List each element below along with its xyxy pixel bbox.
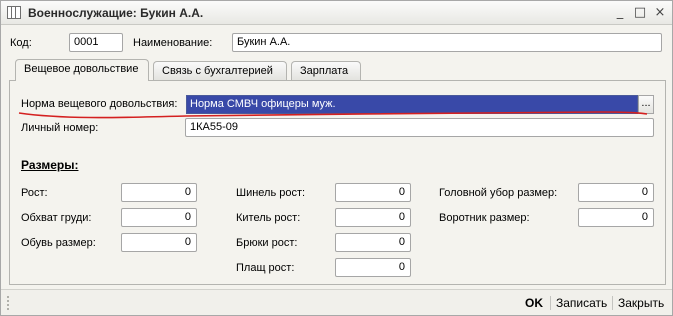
raincoat-field[interactable]: 0	[335, 258, 411, 277]
height-label: Рост:	[21, 187, 48, 199]
ok-button[interactable]: OK	[525, 294, 543, 312]
separator	[612, 296, 613, 310]
window-title: Военнослужащие: Букин А.А.	[28, 6, 204, 20]
sizes-heading: Размеры:	[21, 158, 79, 172]
personal-number-field[interactable]: 1КА55-09	[185, 118, 654, 137]
minimize-button[interactable]: _	[611, 5, 629, 21]
close-button[interactable]: Закрыть	[618, 294, 664, 312]
norm-select-button[interactable]: ...	[638, 95, 654, 114]
norm-field[interactable]: Норма СМВЧ офицеры муж.	[186, 95, 638, 114]
norm-value: Норма СМВЧ офицеры муж.	[190, 98, 336, 110]
save-button[interactable]: Записать	[556, 294, 607, 312]
trousers-field[interactable]: 0	[335, 233, 411, 252]
code-field[interactable]: 0001	[69, 33, 123, 52]
chest-field[interactable]: 0	[121, 208, 197, 227]
shoe-label: Обувь размер:	[21, 237, 96, 249]
greatcoat-label: Шинель рост:	[236, 187, 306, 199]
tab-accounting-link[interactable]: Связь с бухгалтерией	[153, 61, 287, 80]
shoe-field[interactable]: 0	[121, 233, 197, 252]
headwear-field[interactable]: 0	[578, 183, 654, 202]
command-bar: OK Записать Закрыть	[1, 289, 672, 315]
height-field[interactable]: 0	[121, 183, 197, 202]
name-field[interactable]: Букин А.А.	[232, 33, 662, 52]
toolbar-grip-icon[interactable]	[7, 296, 12, 310]
tunic-label: Китель рост:	[236, 212, 301, 224]
title-bar[interactable]: Военнослужащие: Букин А.А. _ □ ×	[1, 1, 672, 25]
norm-label: Норма вещевого довольствия:	[21, 98, 178, 110]
collar-label: Воротник размер:	[439, 212, 530, 224]
close-window-button[interactable]: ×	[651, 5, 669, 21]
chest-label: Обхват груди:	[21, 212, 92, 224]
headwear-label: Головной убор размер:	[439, 187, 558, 199]
collar-field[interactable]: 0	[578, 208, 654, 227]
code-label: Код:	[10, 37, 32, 49]
table-icon	[7, 6, 21, 19]
separator	[550, 296, 551, 310]
greatcoat-field[interactable]: 0	[335, 183, 411, 202]
name-label: Наименование:	[133, 37, 213, 49]
maximize-button[interactable]: □	[631, 5, 649, 21]
tab-clothing-allowance[interactable]: Вещевое довольствие	[15, 59, 149, 81]
personal-number-label: Личный номер:	[21, 122, 99, 134]
document-window: Военнослужащие: Букин А.А. _ □ × Код: 00…	[0, 0, 673, 316]
tab-salary[interactable]: Зарплата	[291, 61, 361, 80]
raincoat-label: Плащ рост:	[236, 262, 295, 274]
tunic-field[interactable]: 0	[335, 208, 411, 227]
trousers-label: Брюки рост:	[236, 237, 298, 249]
